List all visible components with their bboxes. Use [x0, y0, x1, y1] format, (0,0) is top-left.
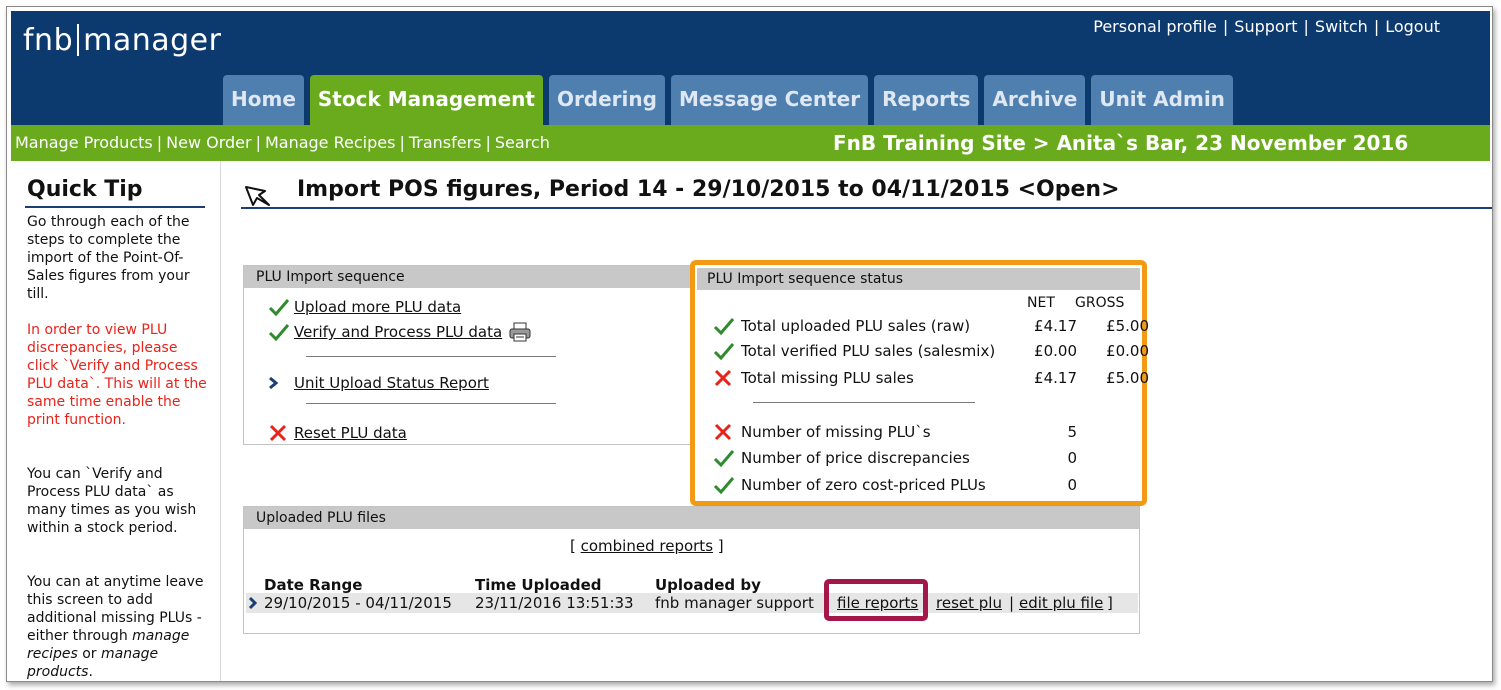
sub-nav-links: Manage Products | New Order | Manage Recipes…: [15, 133, 550, 152]
upload-plu-link[interactable]: Upload more PLU data: [294, 298, 461, 316]
check-icon: [713, 317, 741, 335]
verify-process-link[interactable]: Verify and Process PLU data: [294, 323, 502, 341]
date-range-cell: 29/10/2015 - 04/11/2015: [264, 594, 452, 612]
status-row: Total missing PLU sales £4.17 £5.00: [713, 367, 1149, 389]
sub-navigation: Manage Products | New Order | Manage Recipes…: [11, 125, 1490, 161]
search-link[interactable]: Search: [495, 133, 550, 152]
transfers-link[interactable]: Transfers: [409, 133, 482, 152]
quick-tip-title: Quick Tip: [27, 177, 143, 202]
net-column-header: NET: [1027, 295, 1055, 311]
plu-status-panel: PLU Import sequence status NET GROSS Tot…: [690, 260, 1149, 506]
unit-upload-report-link[interactable]: Unit Upload Status Report: [294, 374, 489, 392]
site-location: FnB Training Site > Anita`s Bar, 23 Nove…: [833, 131, 1409, 155]
cross-icon: [268, 422, 294, 444]
file-reports-highlight: [824, 579, 928, 621]
reset-step: Reset PLU data: [268, 422, 407, 444]
reset-plu-data-link[interactable]: Reset PLU data: [294, 424, 407, 442]
support-link[interactable]: Support: [1234, 17, 1297, 36]
uploaded-files-panel: Uploaded PLU files [ combined reports ] …: [243, 506, 1140, 634]
logo-text-right: manager: [83, 23, 222, 58]
quick-tip-divider: [25, 206, 205, 208]
date-range-header: Date Range: [264, 576, 363, 594]
count-row: Number of price discrepancies 0: [713, 447, 1143, 469]
personal-profile-link[interactable]: Personal profile: [1093, 17, 1217, 36]
title-divider: [241, 207, 1492, 209]
count-row: Number of zero cost-priced PLUs 0: [713, 474, 1143, 496]
quick-tip-paragraph: Go through each of the steps to complete…: [27, 214, 190, 302]
app-logo[interactable]: fnb manager: [23, 23, 221, 58]
divider: [306, 356, 556, 357]
check-icon: [713, 449, 741, 467]
manage-products-link[interactable]: Manage Products: [15, 133, 153, 152]
verify-step: Verify and Process PLU data: [268, 321, 532, 343]
quick-tip-paragraph: You can `Verify and Process PLU data` as…: [27, 466, 197, 536]
page-title: Import POS figures, Period 14 - 29/10/20…: [297, 177, 1120, 202]
header-bar: fnb manager Personal profile | Support | Swit…: [11, 11, 1490, 129]
cross-icon: [713, 369, 741, 387]
count-row: Number of missing PLU`s 5: [713, 421, 1143, 443]
edit-plu-file-link[interactable]: edit plu file: [1019, 594, 1103, 612]
table-row: 29/10/2015 - 04/11/2015 23/11/2016 13:51…: [246, 593, 1138, 613]
logo-text-left: fnb: [23, 23, 74, 58]
arrow-bullet-icon: [268, 372, 294, 394]
manage-recipes-link[interactable]: Manage Recipes: [265, 133, 395, 152]
check-icon: [268, 296, 294, 318]
tab-archive[interactable]: Archive: [984, 75, 1086, 125]
tab-unit-admin[interactable]: Unit Admin: [1091, 75, 1233, 125]
time-uploaded-cell: 23/11/2016 13:51:33: [475, 594, 634, 612]
tab-message-center[interactable]: Message Center: [670, 75, 869, 125]
time-uploaded-header: Time Uploaded: [475, 576, 602, 594]
uploaded-by-header: Uploaded by: [655, 576, 761, 594]
uploaded-by-cell: fnb manager support: [655, 594, 814, 612]
quick-tip-warning: In order to view PLU discrepancies, plea…: [27, 322, 207, 428]
upload-step: Upload more PLU data: [268, 296, 461, 318]
divider: [306, 403, 556, 404]
pin-icon: [245, 186, 270, 206]
quick-tip-sidebar: Quick Tip Go through each of the steps t…: [11, 161, 221, 681]
app-window: fnb manager Personal profile | Support | Swit…: [6, 6, 1493, 682]
reset-plu-link[interactable]: reset plu: [936, 594, 1002, 612]
gross-column-header: GROSS: [1075, 295, 1125, 311]
quick-tip-paragraph: You can at anytime leave this screen to …: [27, 574, 204, 680]
switch-link[interactable]: Switch: [1315, 17, 1368, 36]
new-order-link[interactable]: New Order: [166, 133, 251, 152]
check-icon: [713, 476, 741, 494]
unit-report-step: Unit Upload Status Report: [268, 372, 489, 394]
combined-reports-link[interactable]: combined reports: [581, 537, 713, 555]
tab-reports[interactable]: Reports: [874, 75, 979, 125]
printer-icon[interactable]: [508, 322, 532, 342]
check-icon: [268, 321, 294, 343]
plu-sequence-panel: PLU Import sequence Upload more PLU data…: [243, 265, 699, 445]
tab-ordering[interactable]: Ordering: [548, 75, 665, 125]
status-heading: PLU Import sequence status: [697, 268, 1140, 290]
arrow-bullet-icon: [248, 596, 258, 614]
status-row: Total verified PLU sales (salesmix) £0.0…: [713, 340, 1149, 362]
tab-stock-management[interactable]: Stock Management: [309, 75, 543, 125]
main-tabs: Home Stock Management Ordering Message C…: [223, 75, 1233, 125]
combined-reports-wrapper: [ combined reports ]: [570, 537, 724, 555]
logout-link[interactable]: Logout: [1385, 17, 1440, 36]
logo-divider: [77, 24, 80, 56]
tab-home[interactable]: Home: [223, 75, 304, 125]
user-links: Personal profile | Support | Switch | Logout: [1093, 17, 1440, 36]
cross-icon: [713, 423, 741, 441]
status-row: Total uploaded PLU sales (raw) £4.17 £5.…: [713, 315, 1149, 337]
panel-heading: Uploaded PLU files: [244, 507, 1139, 529]
check-icon: [713, 342, 741, 360]
panel-heading: PLU Import sequence: [244, 266, 698, 288]
divider: [753, 402, 975, 403]
